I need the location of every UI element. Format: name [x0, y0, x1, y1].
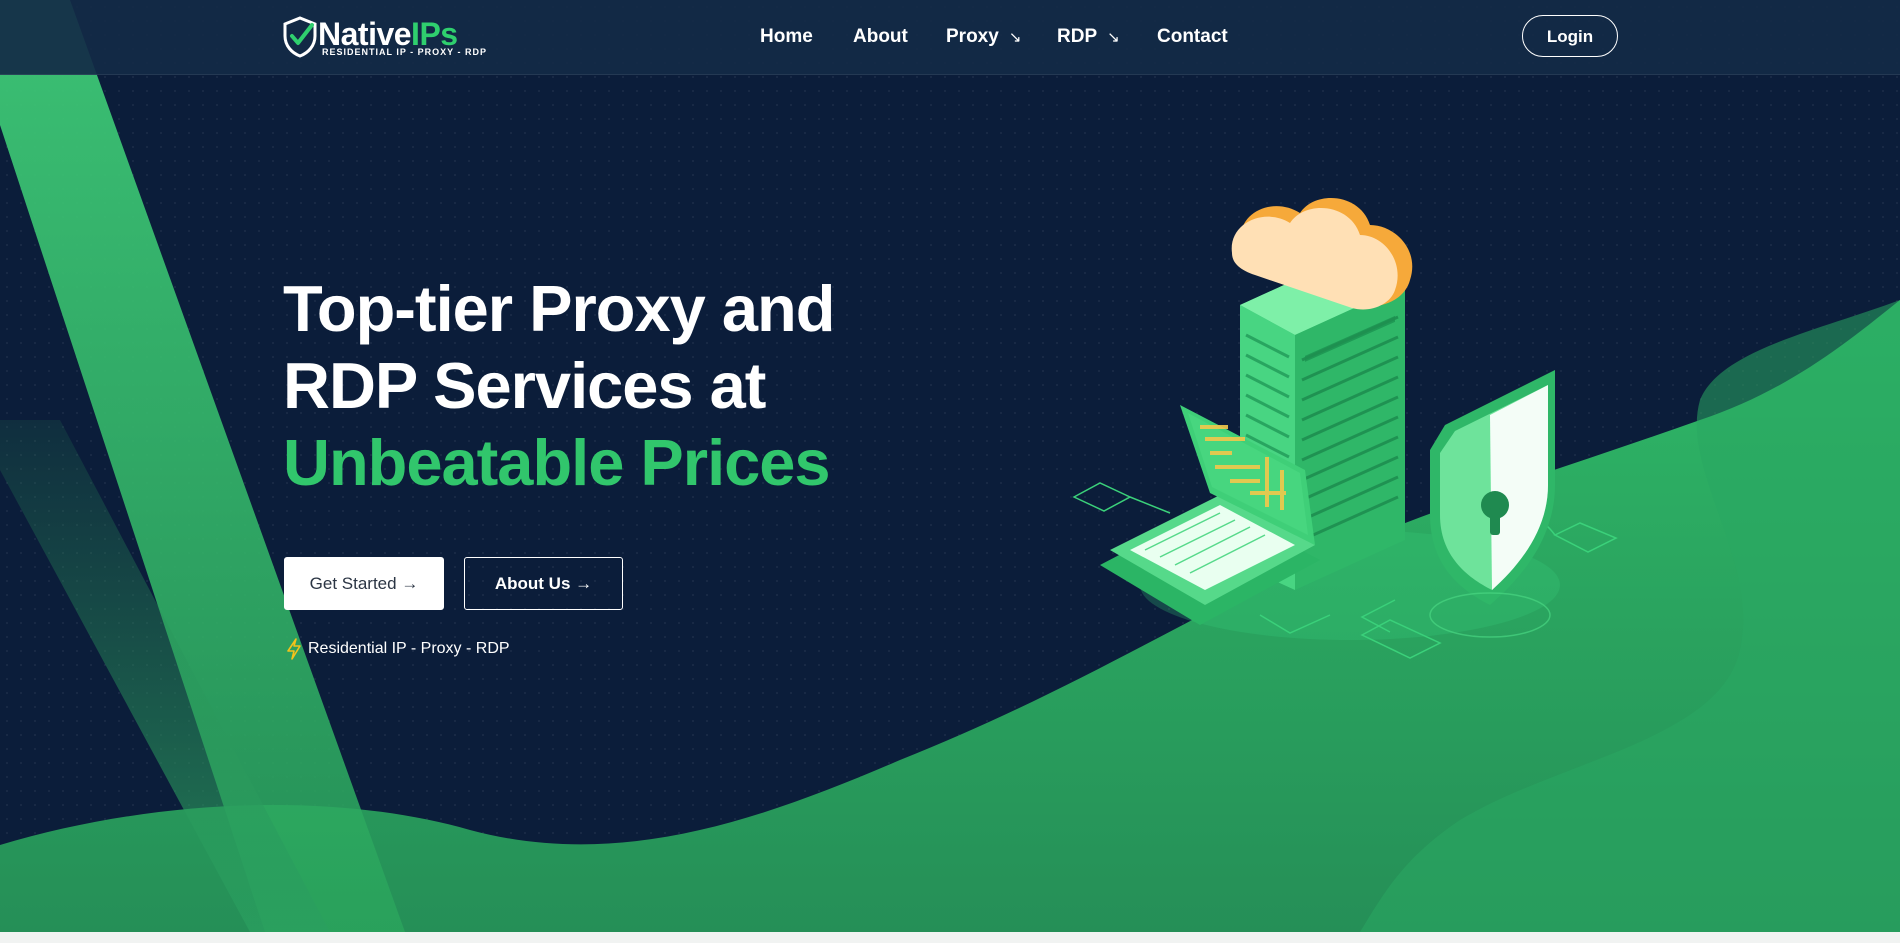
- server-cloud-illustration: [1072, 197, 1618, 659]
- brand-tagline: RESIDENTIAL IP - PROXY - RDP: [322, 47, 488, 57]
- nav-rdp[interactable]: RDP ↘: [1057, 24, 1120, 51]
- hero-section: NativeIPs RESIDENTIAL IP - PROXY - RDP H…: [0, 0, 1900, 932]
- get-started-button[interactable]: Get Started →: [284, 557, 444, 610]
- nav-home-label: Home: [760, 26, 813, 47]
- headline-line-2: RDP Services at: [283, 349, 766, 422]
- nav-home[interactable]: Home: [760, 24, 813, 50]
- nav-contact-label: Contact: [1157, 26, 1228, 47]
- shield-check-icon: [283, 16, 317, 58]
- headline-accent: Unbeatable Prices: [283, 426, 831, 499]
- top-navbar: NativeIPs RESIDENTIAL IP - PROXY - RDP H…: [0, 0, 1900, 75]
- nav-proxy-label: Proxy: [946, 26, 999, 47]
- arrow-down-right-icon: ↘: [1107, 29, 1120, 46]
- nav-proxy[interactable]: Proxy ↘: [946, 24, 1021, 51]
- nav-about[interactable]: About: [853, 24, 908, 50]
- nav-about-label: About: [853, 26, 908, 47]
- headline-line-1: Top-tier Proxy and: [283, 272, 835, 345]
- nav-contact[interactable]: Contact: [1157, 24, 1228, 50]
- hero-tagline-text: Residential IP - Proxy - RDP: [308, 640, 510, 657]
- brand-logo[interactable]: NativeIPs RESIDENTIAL IP - PROXY - RDP: [282, 16, 486, 60]
- hero-tagline: Residential IP - Proxy - RDP: [286, 638, 510, 662]
- about-us-button[interactable]: About Us →: [464, 557, 623, 610]
- login-button[interactable]: Login: [1522, 15, 1618, 57]
- nav-rdp-label: RDP: [1057, 26, 1098, 47]
- cloud-icon: [1231, 197, 1413, 310]
- arrow-down-right-icon: ↘: [1008, 29, 1022, 46]
- hero-headline: Top-tier Proxy and RDP Services at Unbea…: [283, 270, 983, 501]
- lightning-bolt-icon: [287, 638, 301, 660]
